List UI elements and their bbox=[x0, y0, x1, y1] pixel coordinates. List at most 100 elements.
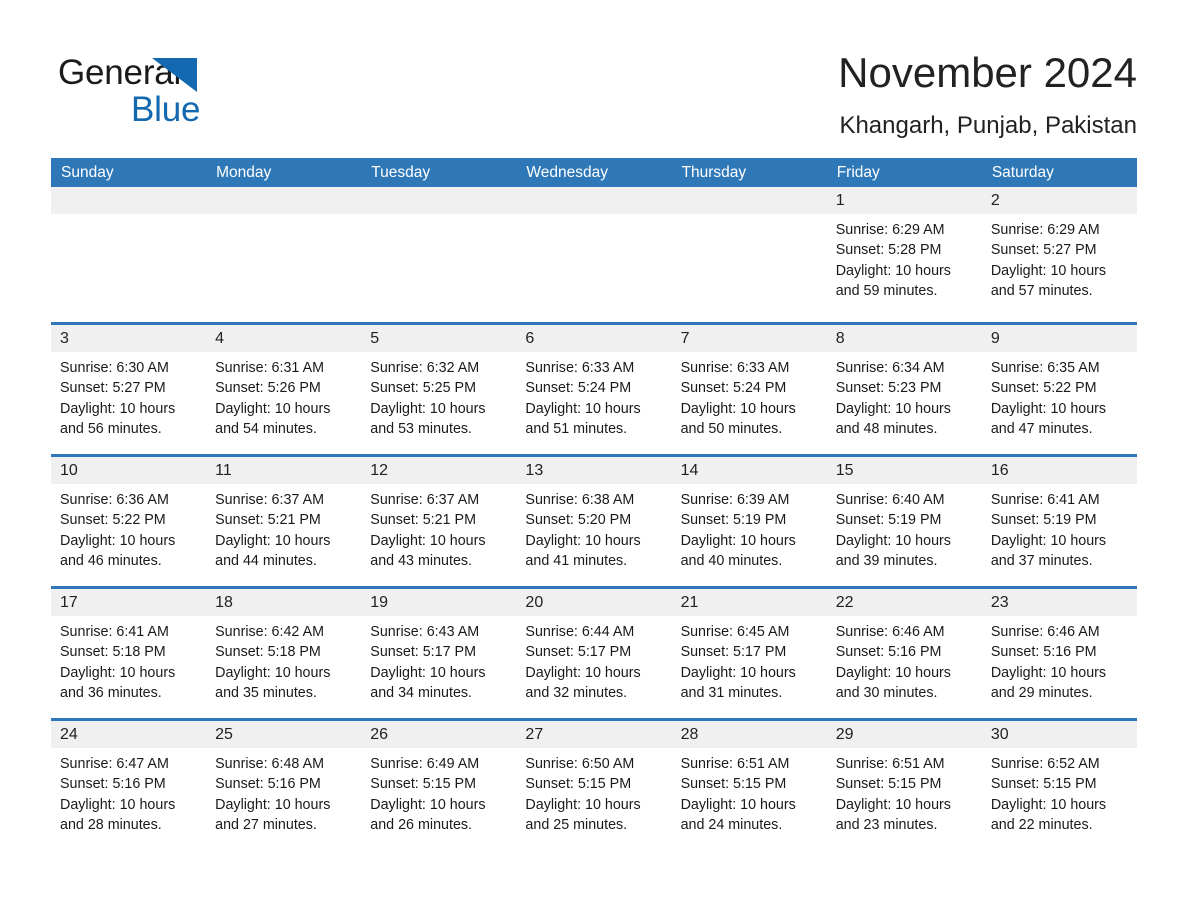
day-details: Sunrise: 6:34 AM Sunset: 5:23 PM Daylight:… bbox=[827, 352, 982, 439]
day-number: 13 bbox=[525, 462, 544, 479]
day-cell[interactable]: 8 Sunrise: 6:34 AM Sunset: 5:23 PM Daylight… bbox=[826, 325, 982, 454]
daylight-text-line1: Daylight: 10 hours bbox=[990, 796, 1107, 813]
sunset-text: Sunset: 5:18 PM bbox=[215, 644, 321, 661]
day-cell[interactable]: 24 Sunrise: 6:47 AM Sunset: 5:16 PM Dayligh… bbox=[51, 721, 207, 850]
day-cell[interactable]: 19 Sunrise: 6:43 AM Sunset: 5:17 PM Dayligh… bbox=[361, 589, 517, 718]
day-details: Sunrise: 6:47 AM Sunset: 5:16 PM Daylight:… bbox=[51, 748, 206, 835]
day-details: Sunrise: 6:32 AM Sunset: 5:25 PM Daylight:… bbox=[361, 352, 516, 439]
day-number-strip: 30 bbox=[981, 721, 1137, 748]
weekday-header-tuesday: Tuesday bbox=[371, 164, 431, 181]
day-cell[interactable]: 20 Sunrise: 6:44 AM Sunset: 5:17 PM Dayligh… bbox=[516, 589, 672, 718]
daylight-text-line2: and 36 minutes. bbox=[60, 684, 162, 701]
day-number-strip: 14 bbox=[671, 457, 827, 484]
general-blue-logo[interactable]: General Blue bbox=[58, 52, 318, 132]
daylight-text-line2: and 24 minutes. bbox=[680, 816, 783, 833]
day-details: Sunrise: 6:41 AM Sunset: 5:19 PM Daylight:… bbox=[982, 484, 1137, 571]
day-cell[interactable]: 18 Sunrise: 6:42 AM Sunset: 5:18 PM Dayligh… bbox=[206, 589, 362, 718]
sunset-text: Sunset: 5:16 PM bbox=[60, 776, 166, 793]
day-number-strip bbox=[206, 187, 362, 214]
day-number: 15 bbox=[835, 462, 854, 479]
daylight-text-line1: Daylight: 10 hours bbox=[215, 796, 331, 813]
sunrise-text: Sunrise: 6:48 AM bbox=[215, 756, 325, 772]
day-cell[interactable]: 3 Sunrise: 6:30 AM Sunset: 5:27 PM Daylight… bbox=[51, 325, 207, 454]
day-number-strip: 19 bbox=[361, 589, 517, 616]
day-cell[interactable]: 22 Sunrise: 6:46 AM Sunset: 5:16 PM Dayligh… bbox=[826, 589, 982, 718]
day-cell[interactable]: 2 Sunrise: 6:29 AM Sunset: 5:27 PM Daylight… bbox=[981, 187, 1137, 322]
sunset-text: Sunset: 5:25 PM bbox=[370, 380, 476, 397]
sunrise-text: Sunrise: 6:35 AM bbox=[990, 360, 1100, 376]
day-cell[interactable]: 26 Sunrise: 6:49 AM Sunset: 5:15 PM Dayligh… bbox=[361, 721, 517, 850]
day-details: Sunrise: 6:37 AM Sunset: 5:21 PM Daylight:… bbox=[361, 484, 516, 571]
daylight-text-line1: Daylight: 10 hours bbox=[680, 664, 796, 681]
day-number-strip: 8 bbox=[826, 325, 982, 352]
day-cell[interactable]: 6 Sunrise: 6:33 AM Sunset: 5:24 PM Daylight… bbox=[516, 325, 672, 454]
daylight-text-line1: Daylight: 10 hours bbox=[835, 664, 951, 681]
day-cell[interactable]: 17 Sunrise: 6:41 AM Sunset: 5:18 PM Dayligh… bbox=[51, 589, 207, 718]
day-cell[interactable]: 11 Sunrise: 6:37 AM Sunset: 5:21 PM Dayligh… bbox=[206, 457, 362, 586]
sunrise-text: Sunrise: 6:33 AM bbox=[680, 360, 790, 376]
day-number-strip: 1 bbox=[826, 187, 982, 214]
day-cell[interactable]: 7 Sunrise: 6:33 AM Sunset: 5:24 PM Daylight… bbox=[671, 325, 827, 454]
sunrise-text: Sunrise: 6:43 AM bbox=[370, 624, 480, 640]
day-number: 10 bbox=[60, 462, 78, 479]
day-details: Sunrise: 6:33 AM Sunset: 5:24 PM Daylight:… bbox=[672, 352, 827, 439]
day-cell[interactable]: 16 Sunrise: 6:41 AM Sunset: 5:19 PM Dayligh… bbox=[981, 457, 1137, 586]
daylight-text-line2: and 48 minutes. bbox=[835, 420, 938, 437]
day-cell[interactable]: 14 Sunrise: 6:39 AM Sunset: 5:19 PM Dayligh… bbox=[671, 457, 827, 586]
daylight-text-line2: and 50 minutes. bbox=[680, 420, 783, 437]
day-number-strip: 12 bbox=[361, 457, 517, 484]
sunrise-text: Sunrise: 6:44 AM bbox=[525, 624, 635, 640]
day-cell[interactable]: 25 Sunrise: 6:48 AM Sunset: 5:16 PM Dayligh… bbox=[206, 721, 362, 850]
sunrise-text: Sunrise: 6:51 AM bbox=[835, 756, 945, 772]
sunrise-text: Sunrise: 6:37 AM bbox=[370, 492, 480, 508]
day-cell[interactable]: 12 Sunrise: 6:37 AM Sunset: 5:21 PM Dayligh… bbox=[361, 457, 517, 586]
day-cell-empty bbox=[671, 187, 827, 322]
daylight-text-line1: Daylight: 10 hours bbox=[835, 532, 951, 549]
sunset-text: Sunset: 5:22 PM bbox=[990, 380, 1097, 397]
sunrise-text: Sunrise: 6:39 AM bbox=[680, 492, 790, 508]
day-cell[interactable]: 27 Sunrise: 6:50 AM Sunset: 5:15 PM Dayligh… bbox=[516, 721, 672, 850]
day-details: Sunrise: 6:37 AM Sunset: 5:21 PM Daylight:… bbox=[206, 484, 361, 571]
day-cell[interactable]: 9 Sunrise: 6:35 AM Sunset: 5:22 PM Daylight… bbox=[981, 325, 1137, 454]
day-number-strip: 23 bbox=[981, 589, 1137, 616]
day-details: Sunrise: 6:29 AM Sunset: 5:28 PM Daylight:… bbox=[827, 214, 982, 301]
day-number: 11 bbox=[215, 462, 232, 479]
daylight-text-line1: Daylight: 10 hours bbox=[835, 262, 951, 279]
sunrise-text: Sunrise: 6:52 AM bbox=[990, 756, 1100, 772]
sunrise-text: Sunrise: 6:46 AM bbox=[990, 624, 1100, 640]
day-details: Sunrise: 6:41 AM Sunset: 5:18 PM Daylight:… bbox=[51, 616, 206, 703]
daylight-text-line2: and 31 minutes. bbox=[680, 684, 783, 701]
day-cell[interactable]: 15 Sunrise: 6:40 AM Sunset: 5:19 PM Dayligh… bbox=[826, 457, 982, 586]
day-cell[interactable]: 21 Sunrise: 6:45 AM Sunset: 5:17 PM Dayligh… bbox=[671, 589, 827, 718]
weekday-header-friday: Friday bbox=[836, 164, 880, 181]
day-number: 29 bbox=[835, 726, 854, 743]
day-cell[interactable]: 5 Sunrise: 6:32 AM Sunset: 5:25 PM Daylight… bbox=[361, 325, 517, 454]
day-number: 30 bbox=[990, 726, 1009, 743]
daylight-text-line1: Daylight: 10 hours bbox=[60, 796, 176, 813]
daylight-text-line2: and 56 minutes. bbox=[60, 420, 162, 437]
daylight-text-line1: Daylight: 10 hours bbox=[215, 532, 331, 549]
day-number-strip: 11 bbox=[206, 457, 362, 484]
sunrise-text: Sunrise: 6:29 AM bbox=[835, 222, 945, 238]
day-cell[interactable]: 28 Sunrise: 6:51 AM Sunset: 5:15 PM Dayligh… bbox=[671, 721, 827, 850]
day-number-strip: 9 bbox=[981, 325, 1137, 352]
daylight-text-line2: and 54 minutes. bbox=[215, 420, 317, 437]
sunset-text: Sunset: 5:15 PM bbox=[680, 776, 787, 793]
day-cell[interactable]: 4 Sunrise: 6:31 AM Sunset: 5:26 PM Daylight… bbox=[206, 325, 362, 454]
day-number-strip: 7 bbox=[671, 325, 827, 352]
day-cell[interactable]: 13 Sunrise: 6:38 AM Sunset: 5:20 PM Dayligh… bbox=[516, 457, 672, 586]
day-number-strip: 24 bbox=[51, 721, 207, 748]
day-number-strip: 25 bbox=[206, 721, 362, 748]
daylight-text-line2: and 46 minutes. bbox=[60, 552, 162, 569]
day-cell[interactable]: 29 Sunrise: 6:51 AM Sunset: 5:15 PM Dayligh… bbox=[826, 721, 982, 850]
sunrise-text: Sunrise: 6:41 AM bbox=[60, 624, 169, 640]
day-cell[interactable]: 30 Sunrise: 6:52 AM Sunset: 5:15 PM Dayligh… bbox=[981, 721, 1137, 850]
daylight-text-line1: Daylight: 10 hours bbox=[525, 400, 641, 417]
calendar-weeks: 1 Sunrise: 6:29 AM Sunset: 5:28 PM Daylight… bbox=[51, 187, 1137, 850]
day-cell[interactable]: 1 Sunrise: 6:29 AM Sunset: 5:28 PM Daylight… bbox=[826, 187, 982, 322]
sunrise-text: Sunrise: 6:41 AM bbox=[990, 492, 1100, 508]
day-cell[interactable]: 10 Sunrise: 6:36 AM Sunset: 5:22 PM Dayligh… bbox=[51, 457, 207, 586]
daylight-text-line1: Daylight: 10 hours bbox=[60, 664, 176, 681]
day-number: 8 bbox=[835, 330, 845, 347]
day-cell[interactable]: 23 Sunrise: 6:46 AM Sunset: 5:16 PM Dayligh… bbox=[981, 589, 1137, 718]
